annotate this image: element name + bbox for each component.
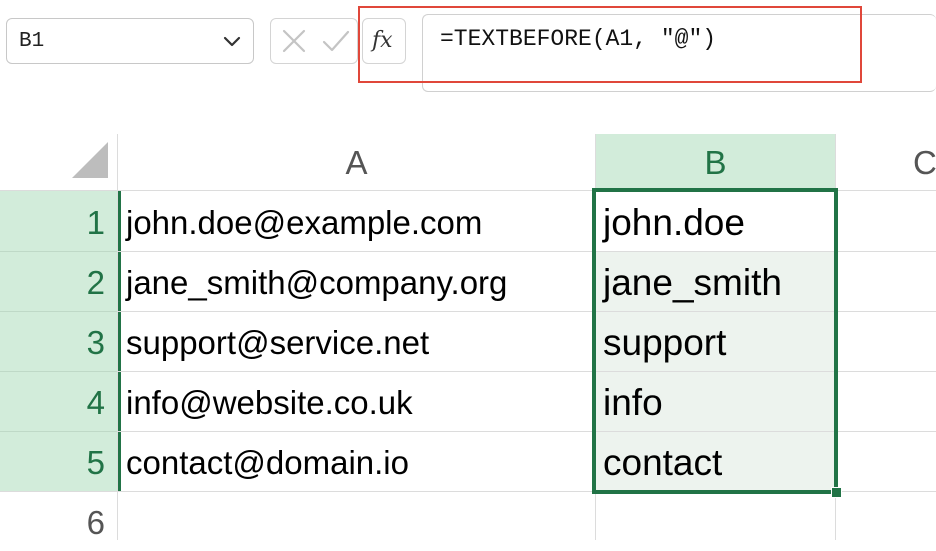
formula-edit-buttons bbox=[270, 18, 358, 64]
fill-handle[interactable] bbox=[831, 487, 842, 498]
row-header-2[interactable]: 2 bbox=[0, 254, 117, 311]
cell-a3[interactable]: support@service.net bbox=[126, 314, 429, 371]
column-header-a[interactable]: A bbox=[118, 134, 595, 191]
cell-a1[interactable]: john.doe@example.com bbox=[126, 194, 482, 251]
select-all-triangle-icon[interactable] bbox=[72, 142, 108, 178]
chevron-down-icon[interactable] bbox=[219, 29, 245, 55]
cell-a4[interactable]: info@website.co.uk bbox=[126, 374, 413, 431]
name-box[interactable]: B1 bbox=[6, 18, 254, 64]
row-header-4[interactable]: 4 bbox=[0, 374, 117, 431]
row-header-6[interactable]: 6 bbox=[0, 494, 117, 551]
cell-a5[interactable]: contact@domain.io bbox=[126, 434, 409, 491]
column-header-c[interactable]: C bbox=[913, 134, 936, 191]
selection-border bbox=[592, 188, 838, 494]
column-header-b[interactable]: B bbox=[596, 134, 835, 191]
row-header-1[interactable]: 1 bbox=[0, 194, 117, 251]
cancel-icon[interactable] bbox=[281, 28, 307, 54]
confirm-check-icon[interactable] bbox=[321, 28, 351, 54]
row-header-3[interactable]: 3 bbox=[0, 314, 117, 371]
cell-a2[interactable]: jane_smith@company.org bbox=[126, 254, 507, 311]
row-header-5[interactable]: 5 bbox=[0, 434, 117, 491]
name-box-value: B1 bbox=[19, 30, 45, 53]
formula-highlight-box bbox=[358, 6, 862, 83]
